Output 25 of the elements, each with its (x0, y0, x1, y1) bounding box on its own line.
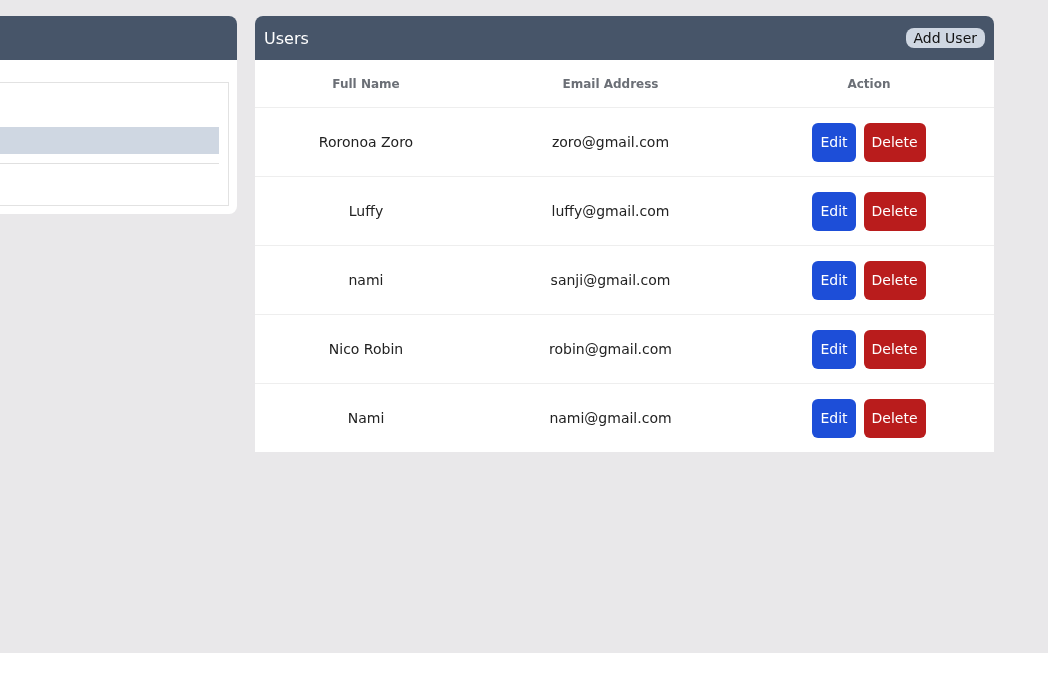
edit-button[interactable]: Edit (812, 191, 856, 231)
table-cell: Nami (255, 383, 477, 452)
delete-button[interactable]: Delete (863, 329, 926, 369)
column-header: Email Address (477, 60, 744, 108)
table-cell: Roronoa Zoro (255, 107, 477, 177)
table-cell: robin@gmail.com (477, 314, 744, 384)
table-cell: Luffy (255, 176, 477, 246)
edit-button[interactable]: Edit (812, 260, 856, 300)
table-cell: luffy@gmail.com (477, 176, 744, 246)
edit-button[interactable]: Edit (812, 398, 856, 438)
edit-button[interactable]: Edit (812, 329, 856, 369)
delete-button[interactable]: Delete (863, 260, 926, 300)
table-cell: Nico Robin (255, 314, 477, 384)
delete-button[interactable]: Delete (863, 122, 926, 162)
delete-button[interactable]: Delete (863, 398, 926, 438)
table-cell: sanji@gmail.com (477, 245, 744, 315)
column-header: Full Name (255, 60, 477, 108)
table-cell: nami (255, 245, 477, 315)
card-title: Users (264, 28, 309, 48)
edit-button[interactable]: Edit (812, 122, 856, 162)
table-cell: zoro@gmail.com (477, 107, 744, 177)
delete-button[interactable]: Delete (863, 191, 926, 231)
table-cell: nami@gmail.com (477, 383, 744, 452)
column-header: Action (744, 60, 994, 108)
add-user-button[interactable]: Add User (905, 28, 985, 48)
